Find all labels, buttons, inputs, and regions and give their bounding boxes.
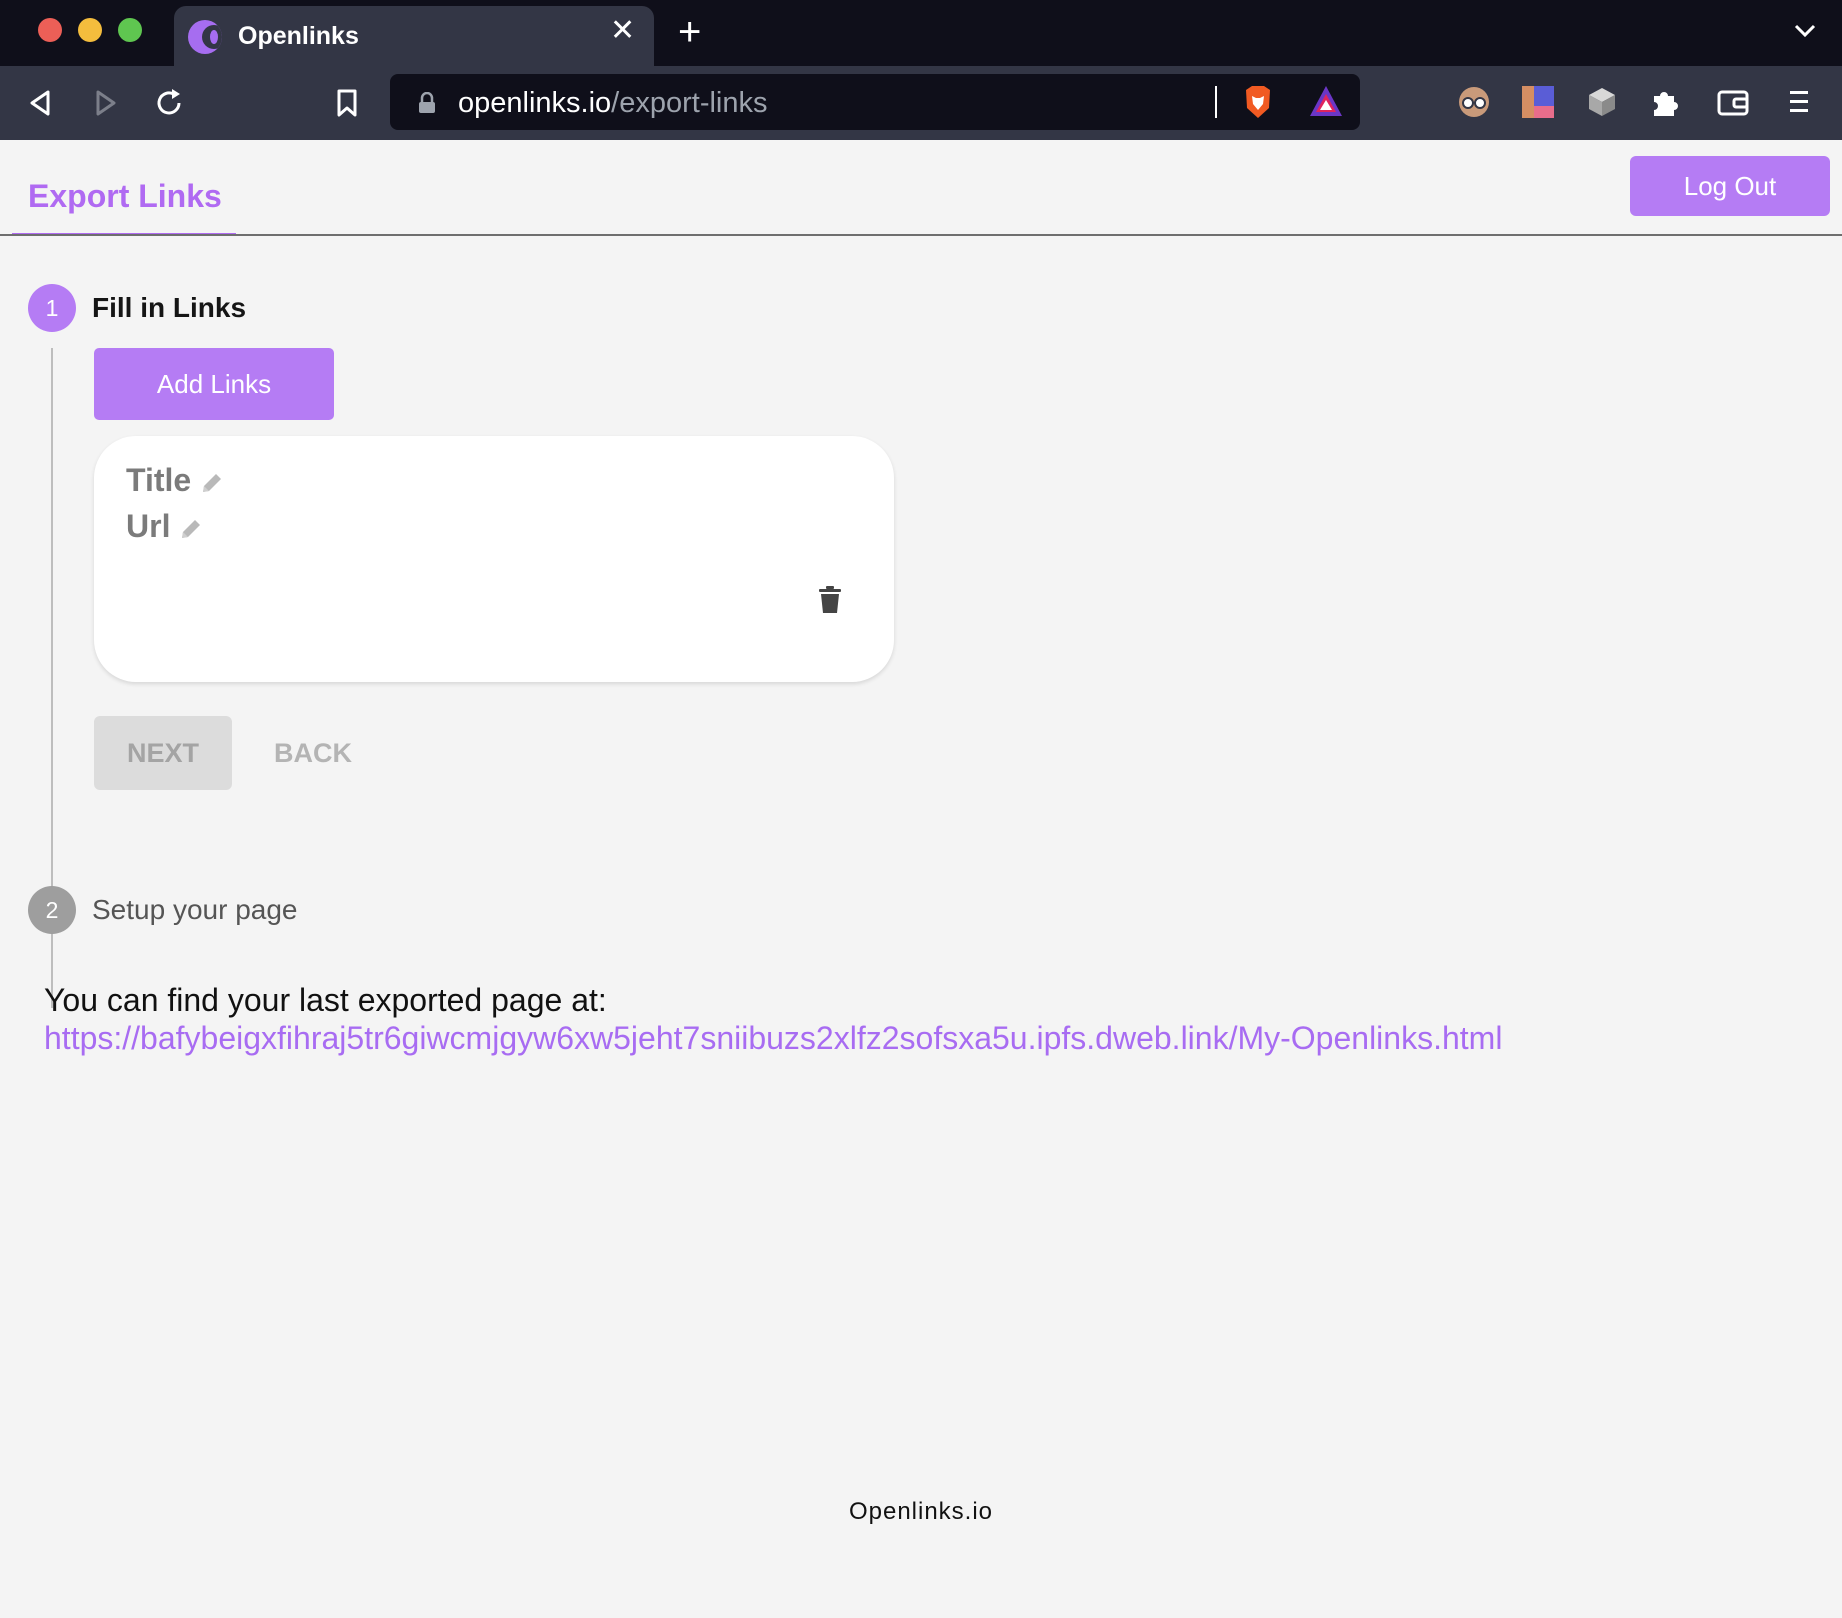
- edit-pencil-icon[interactable]: [199, 470, 225, 496]
- url-divider: [1215, 86, 1217, 118]
- close-window-button[interactable]: [38, 18, 62, 42]
- zoom-window-button[interactable]: [118, 18, 142, 42]
- exported-page-link[interactable]: https://bafybeigxfihraj5tr6giwcmjgyw6xw5…: [44, 1020, 1502, 1057]
- export-message: You can find your last exported page at:: [44, 982, 607, 1018]
- header-divider: [0, 234, 1842, 236]
- link-title-label: Title: [126, 462, 192, 498]
- page-content: Export Links Log Out 1 Fill in Links Add…: [0, 140, 1842, 1618]
- step-2-indicator: 2: [28, 886, 76, 934]
- step-1-label: Fill in Links: [92, 292, 247, 323]
- add-links-button[interactable]: Add Links: [94, 348, 334, 420]
- menu-icon[interactable]: [1786, 86, 1812, 118]
- brave-shields-icon[interactable]: [1242, 84, 1274, 120]
- url-text: openlinks.io/export-links: [458, 87, 767, 120]
- footer-brand: Openlinks.io: [848, 1498, 994, 1525]
- trash-icon[interactable]: [818, 586, 842, 614]
- url-path: /export-links: [611, 87, 768, 119]
- new-tab-button[interactable]: +: [678, 12, 701, 52]
- link-card: Title Url: [94, 436, 894, 682]
- back-icon[interactable]: [24, 86, 58, 120]
- link-url-label: Url: [126, 508, 171, 544]
- log-out-button[interactable]: Log Out: [1630, 156, 1830, 216]
- link-title-field[interactable]: Title: [126, 462, 225, 499]
- glasses-extension-icon[interactable]: [1458, 86, 1490, 118]
- address-bar[interactable]: openlinks.io/export-links: [390, 74, 1360, 130]
- cube-extension-icon[interactable]: [1586, 86, 1618, 118]
- extensions-puzzle-icon[interactable]: [1650, 86, 1682, 118]
- bookmark-icon[interactable]: [330, 86, 364, 120]
- step-1-indicator: 1: [28, 284, 76, 332]
- edit-pencil-icon[interactable]: [178, 516, 204, 542]
- reload-icon[interactable]: [152, 86, 186, 120]
- browser-tab-bar: Openlinks ✕ +: [0, 0, 1842, 66]
- brave-rewards-icon[interactable]: [1308, 84, 1344, 118]
- browser-tab[interactable]: Openlinks ✕: [174, 6, 654, 66]
- browser-nav-bar: openlinks.io/export-links: [0, 66, 1842, 140]
- tab-export-links-label: Export Links: [28, 178, 222, 214]
- back-button[interactable]: BACK: [274, 738, 352, 769]
- minimize-window-button[interactable]: [78, 18, 102, 42]
- url-host: openlinks.io: [458, 87, 612, 119]
- link-url-field[interactable]: Url: [126, 508, 204, 545]
- lock-icon: [419, 92, 435, 113]
- tab-export-links[interactable]: Export Links: [12, 140, 236, 236]
- next-button[interactable]: NEXT: [94, 716, 232, 790]
- wallet-icon[interactable]: [1716, 86, 1750, 118]
- tab-title: Openlinks: [238, 22, 359, 50]
- colorblock-extension-icon[interactable]: [1522, 86, 1554, 118]
- step-2-label[interactable]: Setup your page: [92, 894, 298, 926]
- forward-icon[interactable]: [88, 86, 122, 120]
- tab-close-icon[interactable]: ✕: [610, 16, 635, 46]
- chevron-down-icon[interactable]: [1794, 24, 1816, 38]
- openlinks-favicon-icon: [188, 20, 222, 54]
